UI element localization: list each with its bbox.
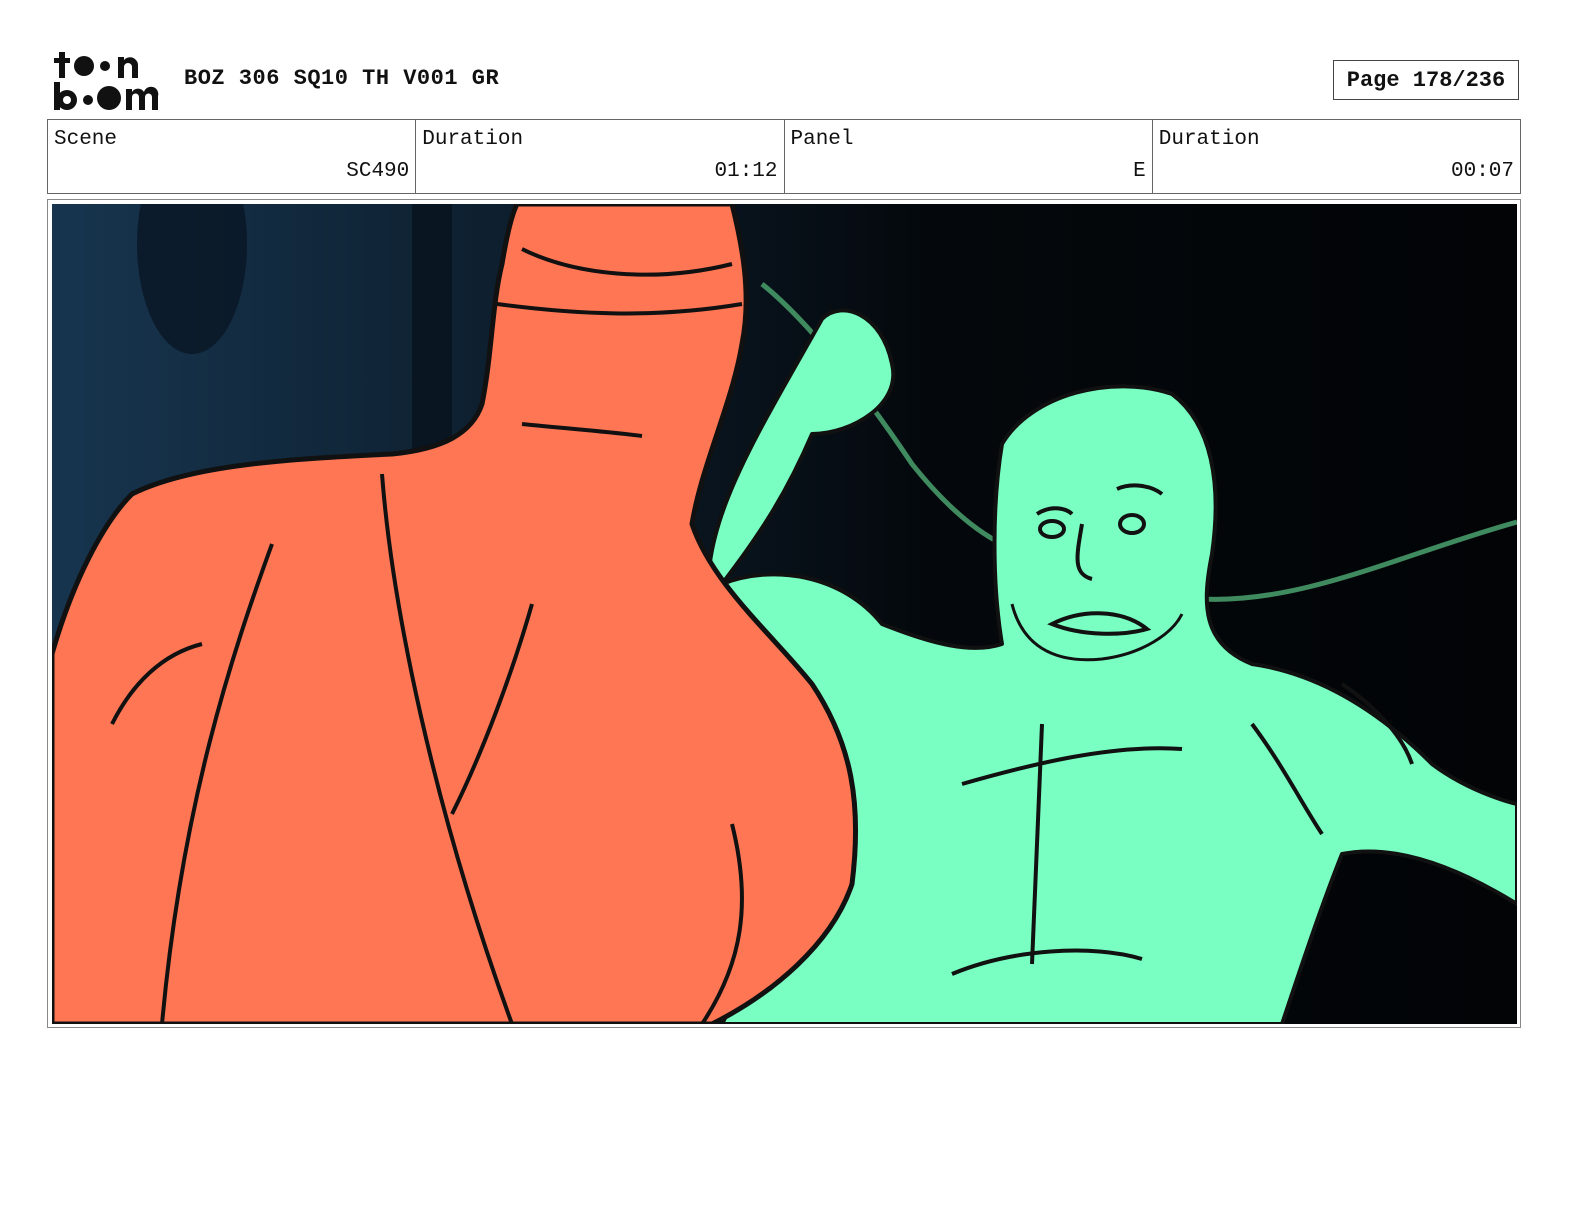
- scene-duration-value: 01:12: [714, 160, 778, 183]
- info-table: Scene SC490 Duration 01:12 Panel E Durat…: [47, 119, 1521, 194]
- panel-value: E: [1133, 160, 1146, 183]
- scene-value: SC490: [346, 160, 410, 183]
- document-title: BOZ 306 SQ10 TH V001 GR: [184, 66, 500, 91]
- panel-label: Panel: [790, 128, 854, 151]
- scene-duration-cell: Duration 01:12: [416, 120, 785, 193]
- panel-duration-cell: Duration 00:07: [1153, 120, 1520, 193]
- panel-duration-value: 00:07: [1450, 160, 1514, 183]
- page-indicator: Page 178/236: [1333, 60, 1519, 100]
- scene-cell: Scene SC490: [48, 120, 417, 193]
- scene-duration-label: Duration: [422, 128, 524, 151]
- panel-duration-label: Duration: [1158, 128, 1260, 151]
- storyboard-panel-image: [52, 204, 1517, 1024]
- toon-boom-logo: [52, 50, 164, 112]
- scene-label: Scene: [54, 128, 118, 151]
- panel-cell: Panel E: [785, 120, 1153, 193]
- page-label: Page 178/236: [1346, 67, 1506, 93]
